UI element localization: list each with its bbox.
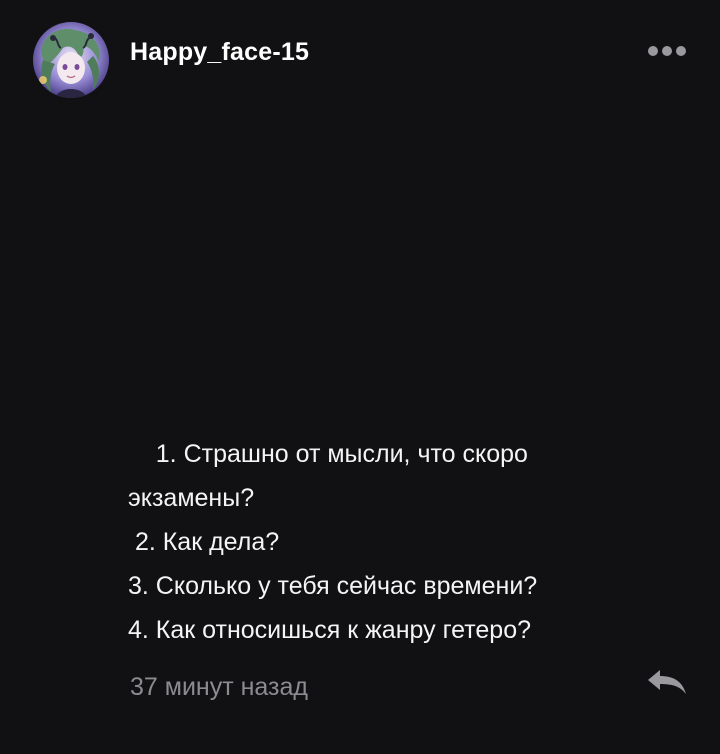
post-text-line: 1. Страшно от мысли, что скоро xyxy=(128,440,528,468)
reply-button[interactable] xyxy=(640,666,690,702)
post-text-line: 4. Как относишься к жанру гетеро? xyxy=(128,616,532,644)
author-username[interactable]: Happy_face-15 xyxy=(130,38,309,67)
post-timestamp: 37 минут назад xyxy=(130,673,308,701)
author-avatar[interactable] xyxy=(33,22,109,98)
post-text: 1. Страшно от мысли, что скоро экзамены?… xyxy=(128,432,648,652)
post-text-line: 3. Сколько у тебя сейчас времени? xyxy=(128,572,538,600)
more-dots-icon xyxy=(662,46,672,56)
post-text-line: 2. Как дела? xyxy=(128,528,280,556)
avatar-image xyxy=(33,22,109,98)
more-dots-icon xyxy=(676,46,686,56)
reply-arrow-icon xyxy=(648,670,686,694)
post-header: Happy_face-15 xyxy=(0,0,720,110)
more-options-button[interactable] xyxy=(640,36,694,66)
post-text-line: экзамены? xyxy=(128,484,255,512)
more-dots-icon xyxy=(648,46,658,56)
